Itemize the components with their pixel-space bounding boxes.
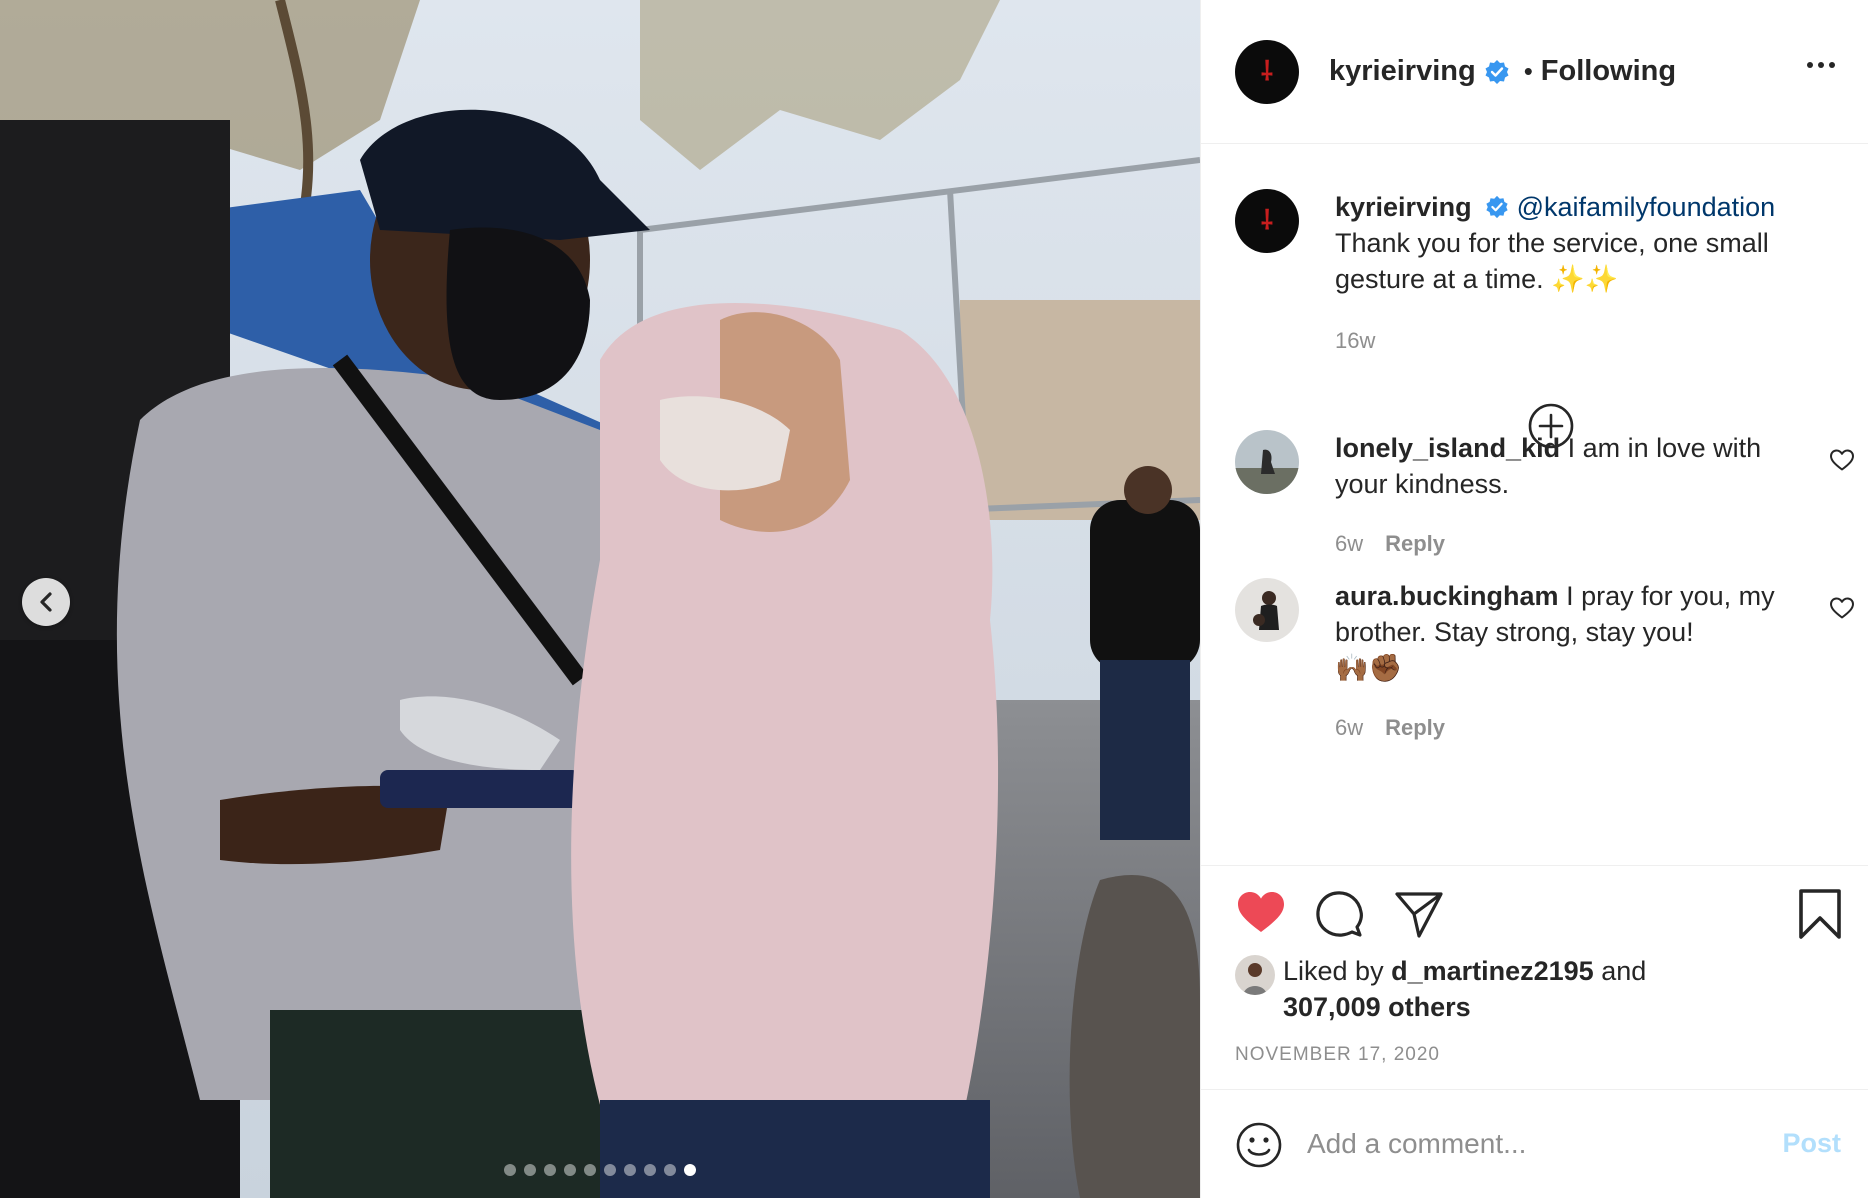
carousel-dot — [664, 1164, 676, 1176]
carousel-indicator — [0, 1164, 1200, 1176]
post-comment-button[interactable]: Post — [1782, 1128, 1841, 1159]
comment-meta: 6w Reply — [1335, 710, 1805, 746]
author-username[interactable]: kyrieirving — [1329, 55, 1476, 88]
comment-age: 6w — [1335, 531, 1364, 556]
kai-logo-icon: ⸸ — [1260, 56, 1274, 87]
reply-button[interactable]: Reply — [1385, 710, 1445, 746]
add-comment-bar: Post — [1201, 1089, 1868, 1198]
verified-badge-icon — [1486, 195, 1508, 218]
verified-badge-icon — [1485, 59, 1509, 84]
save-bookmark-icon[interactable] — [1797, 888, 1843, 940]
comment-username[interactable]: lonely_island_kid — [1335, 433, 1560, 463]
carousel-dot — [624, 1164, 636, 1176]
comment-age: 6w — [1335, 715, 1364, 740]
liked-by-conjunction: and — [1601, 956, 1647, 986]
avatar-image — [1235, 430, 1299, 494]
avatar-image — [1235, 955, 1275, 995]
carousel-dot — [504, 1164, 516, 1176]
post-header: ⸸ kyrieirving • Following — [1201, 0, 1868, 144]
likes-text: Liked by d_martinez2195 and 307,009 othe… — [1283, 953, 1646, 1025]
post-photo — [0, 0, 1200, 1198]
likes-summary: Liked by d_martinez2195 and 307,009 othe… — [1235, 953, 1646, 1025]
carousel-dot — [544, 1164, 556, 1176]
comment-icon[interactable] — [1313, 888, 1365, 940]
following-button[interactable]: Following — [1541, 55, 1676, 88]
liker-username[interactable]: d_martinez2195 — [1391, 956, 1594, 986]
post-date[interactable]: NOVEMBER 17, 2020 — [1235, 1044, 1440, 1066]
caption-body: kyrieirving @kaifamilyfoundation Thank y… — [1335, 189, 1845, 359]
comment-body: lonely_island_kid I am in love with your… — [1335, 430, 1805, 562]
avatar-image — [1235, 578, 1299, 642]
action-bar — [1233, 888, 1843, 944]
carousel-dot — [644, 1164, 656, 1176]
liked-by-prefix: Liked by — [1283, 956, 1384, 986]
chevron-left-icon — [40, 592, 52, 612]
like-heart-icon[interactable] — [1235, 888, 1287, 936]
more-dot — [1818, 62, 1824, 68]
post-caption: ⸸ kyrieirving @kaifamilyfoundation Thank… — [1235, 189, 1845, 359]
carousel-dot — [584, 1164, 596, 1176]
emoji-picker-icon[interactable] — [1235, 1121, 1283, 1169]
share-direct-icon[interactable] — [1393, 888, 1445, 940]
carousel-dot — [564, 1164, 576, 1176]
post-media[interactable] — [0, 0, 1200, 1198]
carousel-prev-button[interactable] — [22, 578, 70, 626]
comment-username[interactable]: aura.buckingham — [1335, 581, 1559, 611]
comment-emoji: 🙌🏾✊🏾 — [1335, 653, 1403, 683]
caption-emoji: ✨✨ — [1551, 264, 1619, 294]
carousel-dot — [604, 1164, 616, 1176]
caption-mention-link[interactable]: @kaifamilyfoundation — [1517, 192, 1776, 222]
comments-section[interactable]: ⸸ kyrieirving @kaifamilyfoundation Thank… — [1201, 145, 1868, 865]
comment-input[interactable] — [1307, 1118, 1777, 1170]
post-side-panel: ⸸ kyrieirving • Following ⸸ kyrieirving — [1200, 0, 1868, 1198]
author-avatar[interactable]: ⸸ — [1235, 39, 1299, 104]
likes-count-button[interactable]: 307,009 others — [1283, 992, 1471, 1022]
comment-like-heart-icon[interactable] — [1829, 596, 1855, 620]
kai-logo-icon: ⸸ — [1260, 206, 1274, 236]
comment-meta: 6w Reply — [1335, 526, 1805, 562]
comment-item: aura.buckingham I pray for you, my broth… — [1235, 578, 1855, 746]
instagram-post: ⸸ kyrieirving • Following ⸸ kyrieirving — [0, 0, 1868, 1198]
caption-username[interactable]: kyrieirving — [1335, 192, 1472, 222]
liker-avatar[interactable] — [1235, 955, 1275, 995]
carousel-dot — [684, 1164, 696, 1176]
caption-age: 16w — [1335, 328, 1376, 353]
commenter-avatar[interactable] — [1235, 430, 1299, 494]
actions-divider — [1201, 865, 1868, 866]
reply-button[interactable]: Reply — [1385, 526, 1445, 562]
carousel-dot — [524, 1164, 536, 1176]
comment-like-heart-icon[interactable] — [1829, 448, 1855, 472]
header-separator: • — [1523, 56, 1533, 86]
comment-item: lonely_island_kid I am in love with your… — [1235, 430, 1855, 562]
commenter-avatar[interactable] — [1235, 578, 1299, 642]
comment-body: aura.buckingham I pray for you, my broth… — [1335, 578, 1805, 746]
more-dots-icon — [1807, 62, 1813, 68]
more-options-button[interactable] — [1803, 58, 1839, 72]
caption-author-avatar[interactable]: ⸸ — [1235, 189, 1299, 253]
more-dot — [1829, 62, 1835, 68]
